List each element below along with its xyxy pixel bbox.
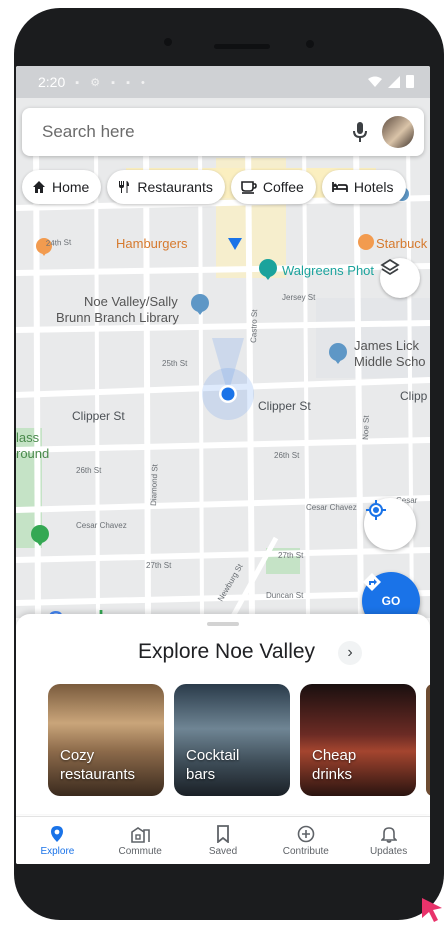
chip-hotels[interactable]: Hotels: [321, 170, 406, 204]
microphone-icon: [353, 122, 367, 142]
search-bar[interactable]: Search here: [22, 108, 424, 156]
bookmark-icon: [217, 825, 229, 843]
street-label: Castro St: [249, 309, 259, 343]
street-label: Diamond St: [149, 463, 159, 506]
poi-label-library-2: Brunn Branch Library: [56, 310, 179, 325]
hotel-icon: [331, 182, 348, 192]
notification-icons: ▪ ⚙ ▪ ▪ •: [75, 76, 149, 89]
street-label: 24th St: [46, 238, 73, 248]
system-icons: [368, 75, 414, 88]
chip-label: Coffee: [262, 179, 304, 195]
street-label: Noe St: [361, 415, 371, 441]
street-label: Cesar Chavez: [76, 521, 127, 530]
explore-card-cheap-drinks[interactable]: Cheap drinks: [300, 684, 416, 796]
poi-label-park-2: round: [16, 446, 49, 461]
chip-label: Restaurants: [137, 179, 213, 195]
add-circle-icon: [297, 825, 315, 843]
earpiece-speaker: [214, 44, 270, 49]
wifi-icon: [368, 76, 382, 87]
chip-restaurants[interactable]: Restaurants: [107, 170, 225, 204]
bell-icon: [380, 827, 397, 843]
street-label: 25th St: [162, 359, 188, 368]
nav-label: Explore: [40, 846, 75, 857]
bottom-navigation: Explore Commute Saved Contribute Updates: [16, 816, 430, 864]
account-avatar[interactable]: [382, 116, 414, 148]
explore-cards: Cozy restaurants Cocktail bars Cheap drinks: [48, 684, 430, 796]
poi-label-park-1: lass: [16, 430, 40, 445]
search-input[interactable]: Search here: [42, 122, 348, 142]
explore-pin-icon: [51, 826, 64, 842]
poi-label-walgreens: Walgreens Phot: [282, 263, 374, 278]
card-label-line2: drinks: [312, 766, 353, 783]
chevron-right-icon: ›: [347, 644, 353, 661]
poi-label-library-1: Noe Valley/Sally: [84, 294, 178, 309]
nav-label: Saved: [208, 846, 238, 857]
app-screen: 2:20 ▪ ⚙ ▪ ▪ • Hamburgers Starbuck Walgr…: [16, 66, 430, 864]
directions-icon: [363, 573, 381, 591]
chip-label: Home: [52, 179, 90, 195]
street-label: Clipper St: [72, 409, 125, 423]
nav-saved[interactable]: Saved: [182, 817, 265, 864]
category-chips: Home Restaurants Coffee Hotels: [22, 170, 406, 204]
go-label: GO: [381, 594, 401, 608]
poi-label-starbucks: Starbuck: [376, 236, 428, 251]
explore-sheet[interactable]: Explore Noe Valley › Cozy restaurants Coc…: [16, 614, 430, 814]
front-camera: [164, 38, 172, 46]
status-time: 2:20: [38, 74, 66, 90]
card-label: Cozy restaurants: [60, 746, 135, 784]
card-label: Cheap drinks: [312, 746, 356, 784]
nav-updates[interactable]: Updates: [347, 817, 430, 864]
street-label: Jersey St: [282, 293, 316, 302]
map-layers-button[interactable]: [380, 258, 420, 298]
poi-label-hamburgers: Hamburgers: [116, 236, 188, 251]
street-label: Cesar Chavez: [306, 503, 357, 512]
nav-commute[interactable]: Commute: [99, 817, 182, 864]
street-label: Clipper St: [258, 399, 311, 413]
card-label-line1: Cocktail: [186, 747, 240, 764]
card-label: Cocktail bars: [186, 746, 239, 784]
my-location-button[interactable]: [364, 498, 416, 550]
explore-card-cocktail-bars[interactable]: Cocktail bars: [174, 684, 290, 796]
card-label-line2: restaurants: [60, 766, 136, 783]
my-location-dot: [221, 387, 235, 401]
explore-card-partial[interactable]: [426, 684, 430, 796]
street-label: 26th St: [274, 451, 300, 460]
explore-title: Explore Noe Valley: [138, 640, 316, 663]
explore-card-cozy-restaurants[interactable]: Cozy restaurants: [48, 684, 164, 796]
street-label: 27th St: [278, 551, 304, 560]
nav-contribute[interactable]: Contribute: [264, 817, 347, 864]
restaurant-icon: [119, 181, 130, 193]
signal-icon: [388, 75, 400, 88]
nav-label: Contribute: [282, 846, 329, 857]
nav-label: Updates: [369, 846, 408, 857]
coffee-icon: [241, 181, 257, 194]
commute-icon: [131, 827, 150, 843]
sheet-drag-handle[interactable]: [207, 622, 239, 626]
voice-search-button[interactable]: [348, 120, 372, 144]
chip-coffee[interactable]: Coffee: [230, 170, 316, 204]
card-label-line1: Cozy: [60, 747, 95, 764]
proximity-sensor: [306, 40, 314, 48]
street-label: 26th St: [76, 466, 102, 475]
battery-icon: [406, 75, 414, 88]
nav-label: Commute: [118, 846, 162, 857]
pointer-cursor-icon: [422, 898, 442, 922]
poi-label-school-1: James Lick: [354, 338, 420, 353]
home-icon: [33, 181, 45, 193]
card-label-line2: bars: [186, 766, 216, 783]
chip-home[interactable]: Home: [22, 170, 102, 204]
poi-label-school-2: Middle Scho: [354, 354, 426, 369]
street-label: Clipp: [400, 389, 428, 403]
layers-icon: [380, 258, 400, 276]
explore-more-button[interactable]: ›: [338, 641, 362, 665]
status-bar: 2:20 ▪ ⚙ ▪ ▪ •: [16, 66, 430, 98]
street-label: 27th St: [146, 561, 172, 570]
card-label-line1: Cheap: [312, 747, 357, 764]
nav-explore[interactable]: Explore: [16, 817, 99, 864]
coffee-pin-icon[interactable]: [358, 234, 374, 250]
crosshair-icon: [366, 500, 386, 520]
chip-label: Hotels: [353, 179, 394, 195]
street-label: Duncan St: [266, 591, 304, 600]
